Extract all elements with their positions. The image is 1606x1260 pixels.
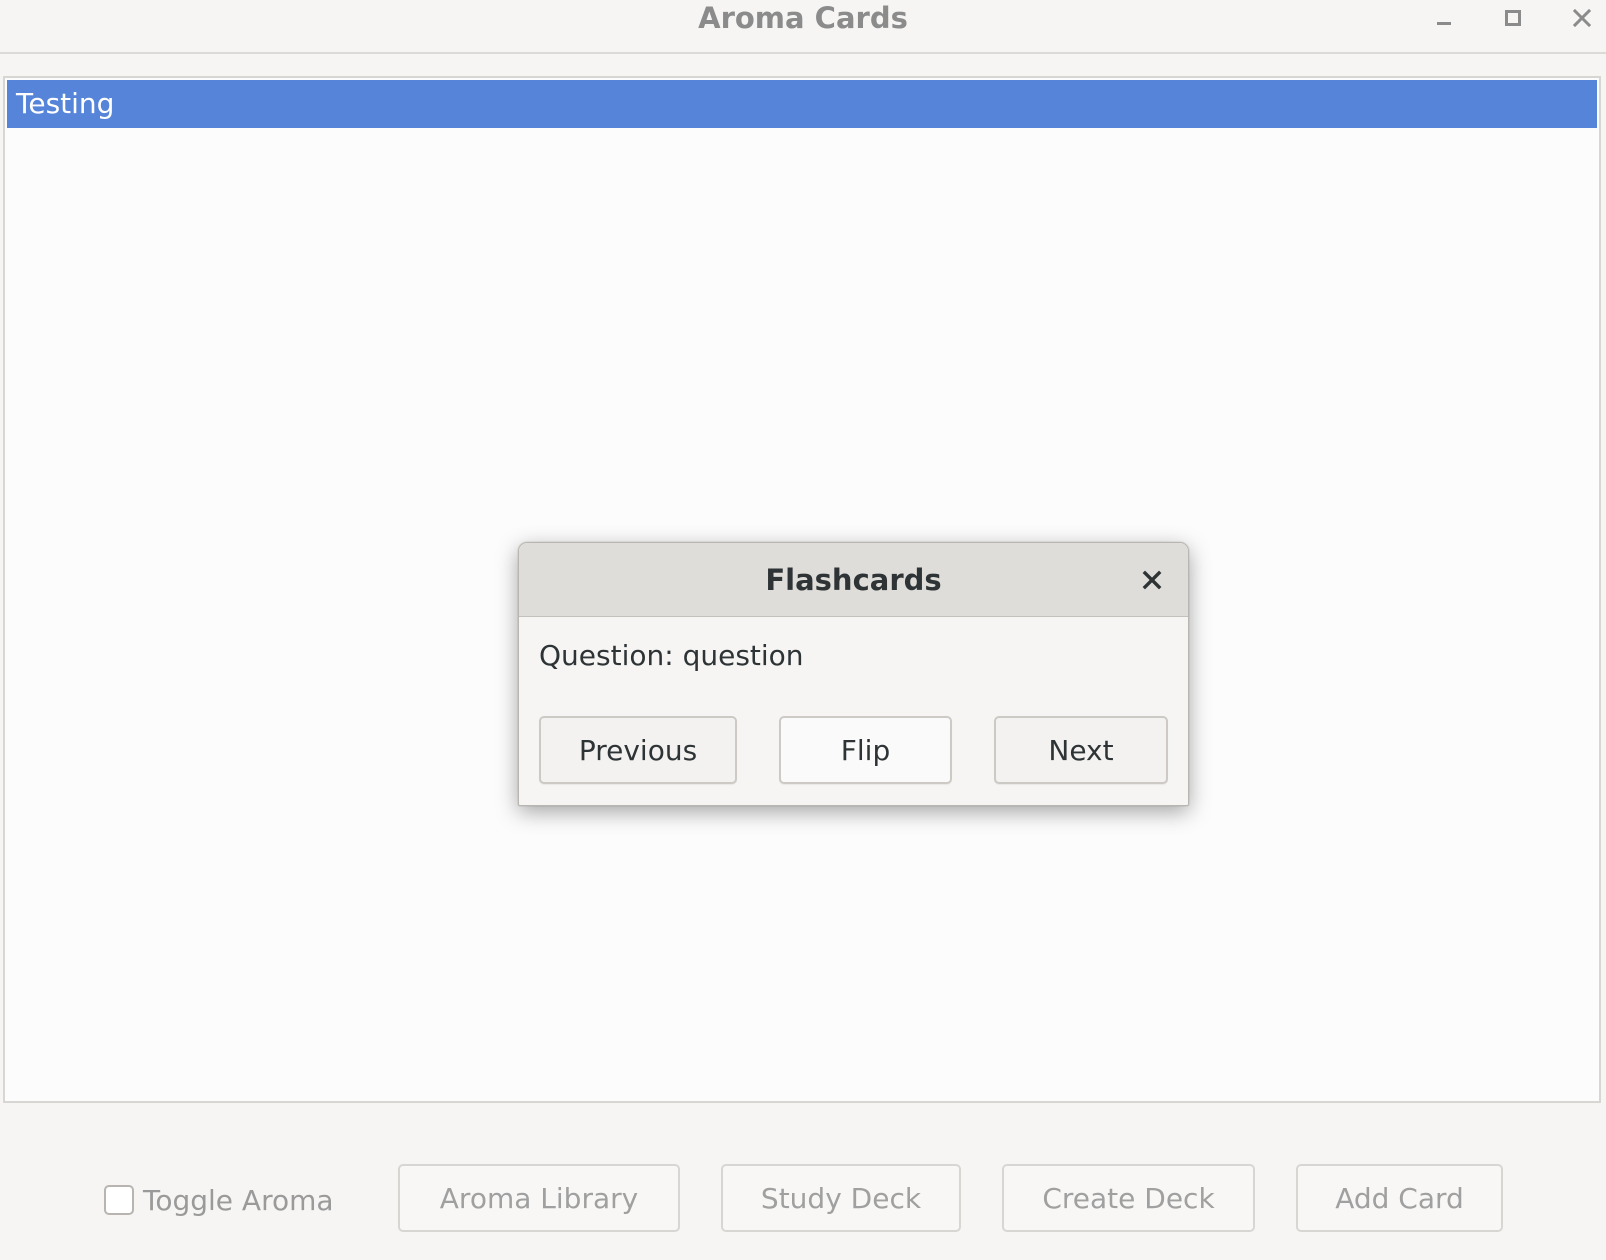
close-icon xyxy=(1573,9,1591,27)
dialog-title: Flashcards xyxy=(765,563,942,597)
checkbox-box[interactable] xyxy=(104,1185,134,1215)
window-title: Aroma Cards xyxy=(698,1,908,35)
previous-button[interactable]: Previous xyxy=(539,716,737,784)
study-deck-button[interactable]: Study Deck xyxy=(721,1164,961,1232)
flip-button[interactable]: Flip xyxy=(779,716,952,784)
close-window-button[interactable] xyxy=(1562,2,1602,34)
dialog-header: Flashcards xyxy=(519,543,1188,617)
add-card-button[interactable]: Add Card xyxy=(1296,1164,1503,1232)
toggle-aroma-label: Toggle Aroma xyxy=(143,1183,334,1217)
title-bar: Aroma Cards xyxy=(0,0,1606,54)
next-button[interactable]: Next xyxy=(994,716,1168,784)
dialog-close-button[interactable] xyxy=(1137,565,1167,595)
maximize-icon xyxy=(1505,10,1521,26)
minimize-icon xyxy=(1437,22,1451,25)
minimize-button[interactable] xyxy=(1424,2,1464,34)
create-deck-button[interactable]: Create Deck xyxy=(1002,1164,1255,1232)
aroma-library-button[interactable]: Aroma Library xyxy=(398,1164,680,1232)
flashcards-dialog: Flashcards Question: question Previous F… xyxy=(518,542,1189,806)
maximize-button[interactable] xyxy=(1493,2,1533,34)
deck-list-item-label: Testing xyxy=(16,87,115,120)
deck-list-item[interactable]: Testing xyxy=(7,80,1597,128)
app-window: Aroma Cards Testing Toggle Aroma Aroma L… xyxy=(0,0,1606,1260)
toggle-aroma-checkbox[interactable]: Toggle Aroma xyxy=(104,1180,334,1220)
close-icon xyxy=(1142,570,1162,590)
question-text: Question: question xyxy=(539,639,804,672)
